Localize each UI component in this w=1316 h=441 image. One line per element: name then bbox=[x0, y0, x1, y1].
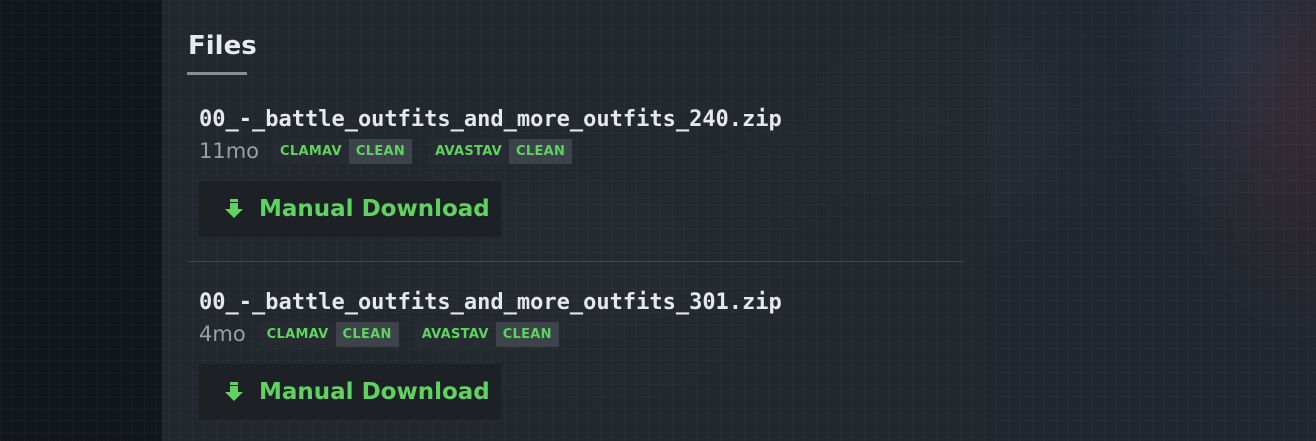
page: Files 00_-_battle_outfits_and_more_outfi… bbox=[0, 0, 1316, 441]
arrow-down-icon bbox=[225, 382, 243, 401]
manual-download-label: Manual Download bbox=[259, 196, 490, 222]
arrow-down-icon bbox=[225, 199, 243, 218]
file-meta: 4mo CLAMAV CLEAN AVASTAV CLEAN bbox=[199, 319, 959, 349]
files-heading: Files bbox=[188, 31, 257, 61]
file-name[interactable]: 00_-_battle_outfits_and_more_outfits_240… bbox=[199, 106, 959, 134]
heading-underline bbox=[187, 72, 247, 75]
scan-engine: AVASTAV bbox=[428, 138, 510, 164]
file-entry: 00_-_battle_outfits_and_more_outfits_301… bbox=[199, 289, 959, 420]
scan-badge-avastav: AVASTAV CLEAN bbox=[414, 321, 559, 347]
file-name[interactable]: 00_-_battle_outfits_and_more_outfits_301… bbox=[199, 289, 959, 317]
scan-result: CLEAN bbox=[348, 138, 413, 164]
scan-engine: CLAMAV bbox=[273, 138, 349, 164]
scan-engine: CLAMAV bbox=[259, 321, 336, 347]
manual-download-button[interactable]: Manual Download bbox=[199, 364, 501, 420]
scan-engine: AVASTAV bbox=[414, 321, 496, 347]
divider bbox=[188, 261, 964, 262]
file-age: 4mo bbox=[199, 322, 246, 346]
file-age: 11mo bbox=[199, 139, 260, 163]
file-entry: 00_-_battle_outfits_and_more_outfits_240… bbox=[199, 106, 959, 237]
scan-badge-clamav: CLAMAV CLEAN bbox=[273, 138, 413, 164]
scan-badge-avastav: AVASTAV CLEAN bbox=[428, 138, 573, 164]
scan-result: CLEAN bbox=[509, 138, 573, 164]
file-meta: 11mo CLAMAV CLEAN AVASTAV CLEAN bbox=[199, 136, 959, 166]
manual-download-button[interactable]: Manual Download bbox=[199, 181, 501, 237]
scan-result: CLEAN bbox=[335, 321, 399, 347]
manual-download-label: Manual Download bbox=[259, 379, 490, 405]
scan-result: CLEAN bbox=[495, 321, 559, 347]
scan-badge-clamav: CLAMAV CLEAN bbox=[259, 321, 399, 347]
